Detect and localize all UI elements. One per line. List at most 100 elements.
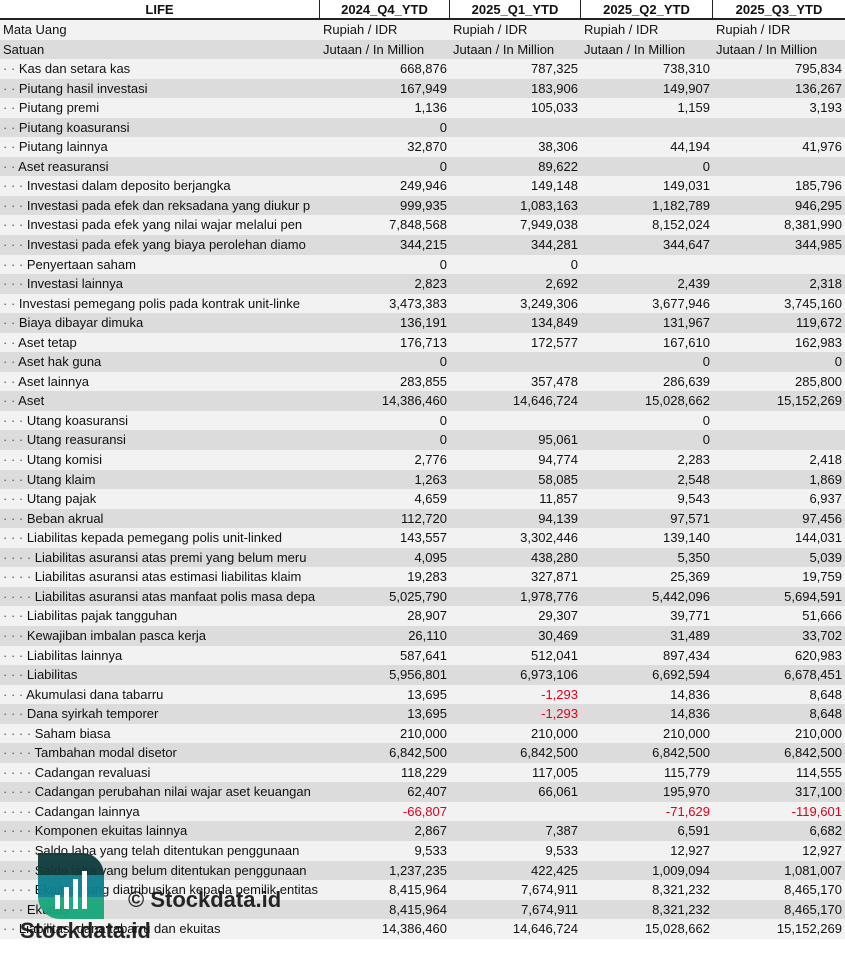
value-cell: 344,215 [400, 237, 447, 253]
row-label-text: Liabilitas [26, 667, 78, 683]
table-row: · · · Investasi pada efek yang nilai waj… [0, 215, 845, 236]
indent-dots: · · · [3, 530, 27, 546]
value-cell: 58,085 [538, 471, 578, 487]
value-cell: 787,325 [531, 61, 578, 77]
table-row: · · Piutang premi 1,136 105,033 1,159 3,193 [0, 98, 845, 118]
value-cell: 13,695 [407, 706, 447, 722]
row-label-text: Cadangan lainnya [34, 803, 140, 819]
indent-dots: · · [3, 100, 19, 116]
row-label-text: Aset lainnya [18, 373, 89, 389]
value-cell: 112,720 [400, 510, 447, 526]
table-row: · · · Investasi dalam deposito berjangka… [0, 176, 845, 196]
row-label: · · · Investasi pada efek yang nilai waj… [0, 215, 320, 235]
value-cell: 1,081,007 [784, 862, 842, 878]
value-cell: 8,465,170 [784, 882, 842, 898]
row-label: · · · Dana syirkah temporer [0, 704, 320, 724]
value-cell: 1,869 [809, 471, 842, 487]
value-cell: 3,249,306 [520, 295, 578, 311]
value-cell: 0 [439, 256, 447, 272]
value-cell: 15,028,662 [644, 393, 710, 409]
value-cell: 13,695 [407, 686, 447, 702]
table-row: · · Piutang koasuransi 0 [0, 117, 845, 138]
header-period: 2025_Q1_YTD [450, 0, 581, 18]
cell: Jutaan / In Million [323, 41, 425, 57]
value-cell: 8,648 [809, 706, 842, 722]
value-cell: 114,555 [795, 764, 842, 780]
table-row: · · · · Komponen ekuitas lainnya 2,867 7,3… [0, 821, 845, 841]
value-cell: 0 [702, 412, 710, 428]
value-cell: 28,907 [407, 608, 447, 624]
value-cell: 5,694,591 [784, 588, 842, 604]
row-label: · · · Ekuitas [0, 900, 320, 920]
value-cell: -1,293 [541, 686, 578, 702]
value-cell: 6,937 [809, 491, 842, 507]
indent-dots: · · · · [3, 764, 35, 780]
value-cell: 5,025,790 [389, 588, 447, 604]
indent-dots: · · · · [3, 569, 35, 585]
table-row: · · · Liabilitas pajak tangguhan 28,907 29… [0, 606, 845, 626]
indent-dots: · · · [3, 627, 27, 643]
value-cell: 29,307 [538, 608, 578, 624]
indent-dots: · · · [3, 432, 27, 448]
row-label: · · · Beban akrual [0, 509, 320, 529]
row-label: · · Piutang premi [0, 98, 320, 118]
value-cell: 131,967 [663, 315, 710, 331]
value-cell: 0 [702, 432, 710, 448]
row-label-text: Aset tetap [18, 334, 77, 350]
table-row: · · Piutang hasil investasi 167,949 183,90… [0, 78, 845, 99]
table-header: LIFE 2024_Q4_YTD 2025_Q1_YTD 2025_Q2_YTD… [0, 0, 845, 20]
value-cell: 7,949,038 [520, 217, 578, 233]
value-cell: 15,152,269 [776, 921, 842, 937]
indent-dots: · · · · [3, 882, 35, 898]
value-cell: 8,415,964 [389, 882, 447, 898]
value-cell: 12,927 [802, 842, 842, 858]
value-cell: 119,672 [795, 315, 842, 331]
value-cell: 149,907 [663, 80, 710, 96]
value-cell: 2,823 [414, 276, 447, 292]
row-label-text: Aset hak guna [18, 354, 102, 370]
value-cell: 6,692,594 [652, 667, 710, 683]
header-title: LIFE [0, 0, 320, 18]
header-period: 2024_Q4_YTD [320, 0, 450, 18]
value-cell: 39,771 [670, 608, 710, 624]
row-label-text: Kas dan setara kas [18, 61, 131, 77]
row-label-text: Liabilitas asuransi atas premi yang belu… [34, 549, 307, 565]
cell: Rupiah / IDR [323, 22, 398, 37]
table-row: · · · · Cadangan revaluasi 118,229 117,005… [0, 762, 845, 783]
indent-dots: · · [3, 295, 19, 311]
value-cell: 6,842,500 [652, 745, 710, 761]
value-cell: 31,489 [670, 627, 710, 643]
value-cell: 8,648 [809, 686, 842, 702]
cell: Jutaan / In Million [716, 41, 818, 57]
value-cell: 1,237,235 [389, 862, 447, 878]
table-row: · · · · Saham biasa 210,000 210,000 210,000… [0, 723, 845, 744]
indent-dots: · · [3, 393, 19, 409]
indent-dots: · · · [3, 178, 27, 194]
value-cell: 2,283 [677, 452, 710, 468]
row-label: · · · · Ekuitas yang diatribusikan kepad… [0, 880, 320, 900]
value-cell: 438,280 [531, 549, 578, 565]
value-cell: 344,281 [531, 237, 578, 253]
value-cell: 5,350 [677, 549, 710, 565]
value-cell: 0 [439, 119, 447, 135]
value-cell: 344,985 [795, 237, 842, 253]
row-label: · · Biaya dibayar dimuka [0, 313, 320, 333]
value-cell: 8,415,964 [389, 901, 447, 917]
value-cell: 32,870 [407, 139, 447, 155]
table-row: · · · Investasi lainnya 2,823 2,692 2,439 2,… [0, 274, 845, 294]
value-cell: 97,571 [670, 510, 710, 526]
row-label-text: Investasi pada efek yang biaya perolehan… [26, 237, 306, 253]
value-cell [450, 352, 581, 372]
row-label-text: Ekuitas yang diatribusikan kepada pemili… [34, 882, 319, 898]
indent-dots: · · · [3, 647, 27, 663]
row-label-text: Dana syirkah temporer [26, 706, 159, 722]
value-cell: 26,110 [408, 627, 447, 643]
row-label: · · Aset reasuransi [0, 157, 320, 177]
value-cell: 118,229 [400, 764, 447, 780]
row-label: · · · · Liabilitas asuransi atas premi y… [0, 548, 320, 568]
value-cell: 14,646,724 [512, 921, 578, 937]
cell: Jutaan / In Million [584, 41, 686, 57]
value-cell: 6,973,106 [520, 667, 578, 683]
cell: Jutaan / In Million [453, 41, 555, 57]
value-cell: 897,434 [663, 647, 710, 663]
